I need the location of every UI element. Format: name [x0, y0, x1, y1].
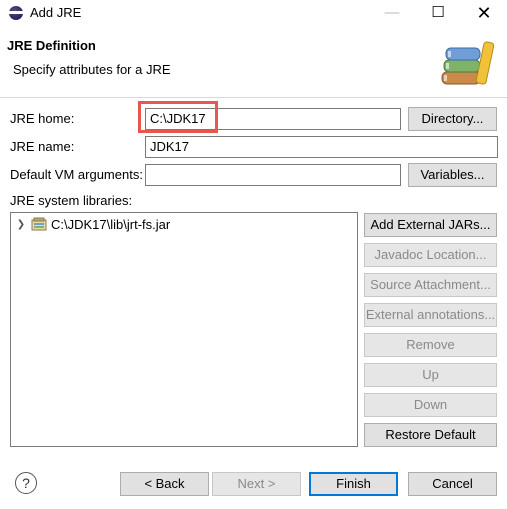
back-button[interactable]: < Back — [120, 472, 209, 496]
highlight-box — [138, 101, 218, 133]
external-annotations-button[interactable]: External annotations... — [364, 303, 497, 327]
finish-button[interactable]: Finish — [309, 472, 398, 496]
jar-icon — [31, 217, 47, 231]
add-external-jars-button[interactable]: Add External JARs... — [364, 213, 497, 237]
dialog-header: JRE Definition Specify attributes for a … — [0, 26, 507, 98]
header-description: Specify attributes for a JRE — [13, 62, 171, 77]
libraries-tree[interactable]: ❯ C:\JDK17\lib\jrt-fs.jar — [10, 212, 358, 447]
header-title: JRE Definition — [7, 38, 96, 53]
tree-item[interactable]: ❯ C:\JDK17\lib\jrt-fs.jar — [15, 215, 170, 233]
jre-name-label: JRE name: — [10, 139, 75, 154]
jre-home-label: JRE home: — [10, 111, 75, 126]
cancel-button[interactable]: Cancel — [408, 472, 497, 496]
remove-button[interactable]: Remove — [364, 333, 497, 357]
eclipse-icon — [9, 6, 23, 20]
source-attachment-button[interactable]: Source Attachment... — [364, 273, 497, 297]
down-button[interactable]: Down — [364, 393, 497, 417]
vm-args-label: Default VM arguments: — [10, 167, 143, 182]
title-bar: Add JRE — ☐ ✕ — [0, 0, 507, 26]
directory-button[interactable]: Directory... — [408, 107, 497, 131]
javadoc-location-button[interactable]: Javadoc Location... — [364, 243, 497, 267]
variables-button[interactable]: Variables... — [408, 163, 497, 187]
chevron-right-icon[interactable]: ❯ — [15, 219, 27, 230]
vm-args-field[interactable] — [145, 164, 401, 186]
minimize-button[interactable]: — — [369, 0, 415, 26]
window-title: Add JRE — [30, 5, 82, 20]
tree-item-label: C:\JDK17\lib\jrt-fs.jar — [51, 216, 171, 232]
help-icon[interactable]: ? — [15, 472, 37, 494]
maximize-button[interactable]: ☐ — [415, 0, 461, 26]
restore-default-button[interactable]: Restore Default — [364, 423, 497, 447]
libraries-label: JRE system libraries: — [10, 193, 133, 208]
next-button[interactable]: Next > — [212, 472, 301, 496]
books-icon — [441, 41, 495, 85]
jre-name-field[interactable]: JDK17 — [145, 136, 498, 158]
up-button[interactable]: Up — [364, 363, 497, 387]
close-button[interactable]: ✕ — [461, 0, 507, 26]
